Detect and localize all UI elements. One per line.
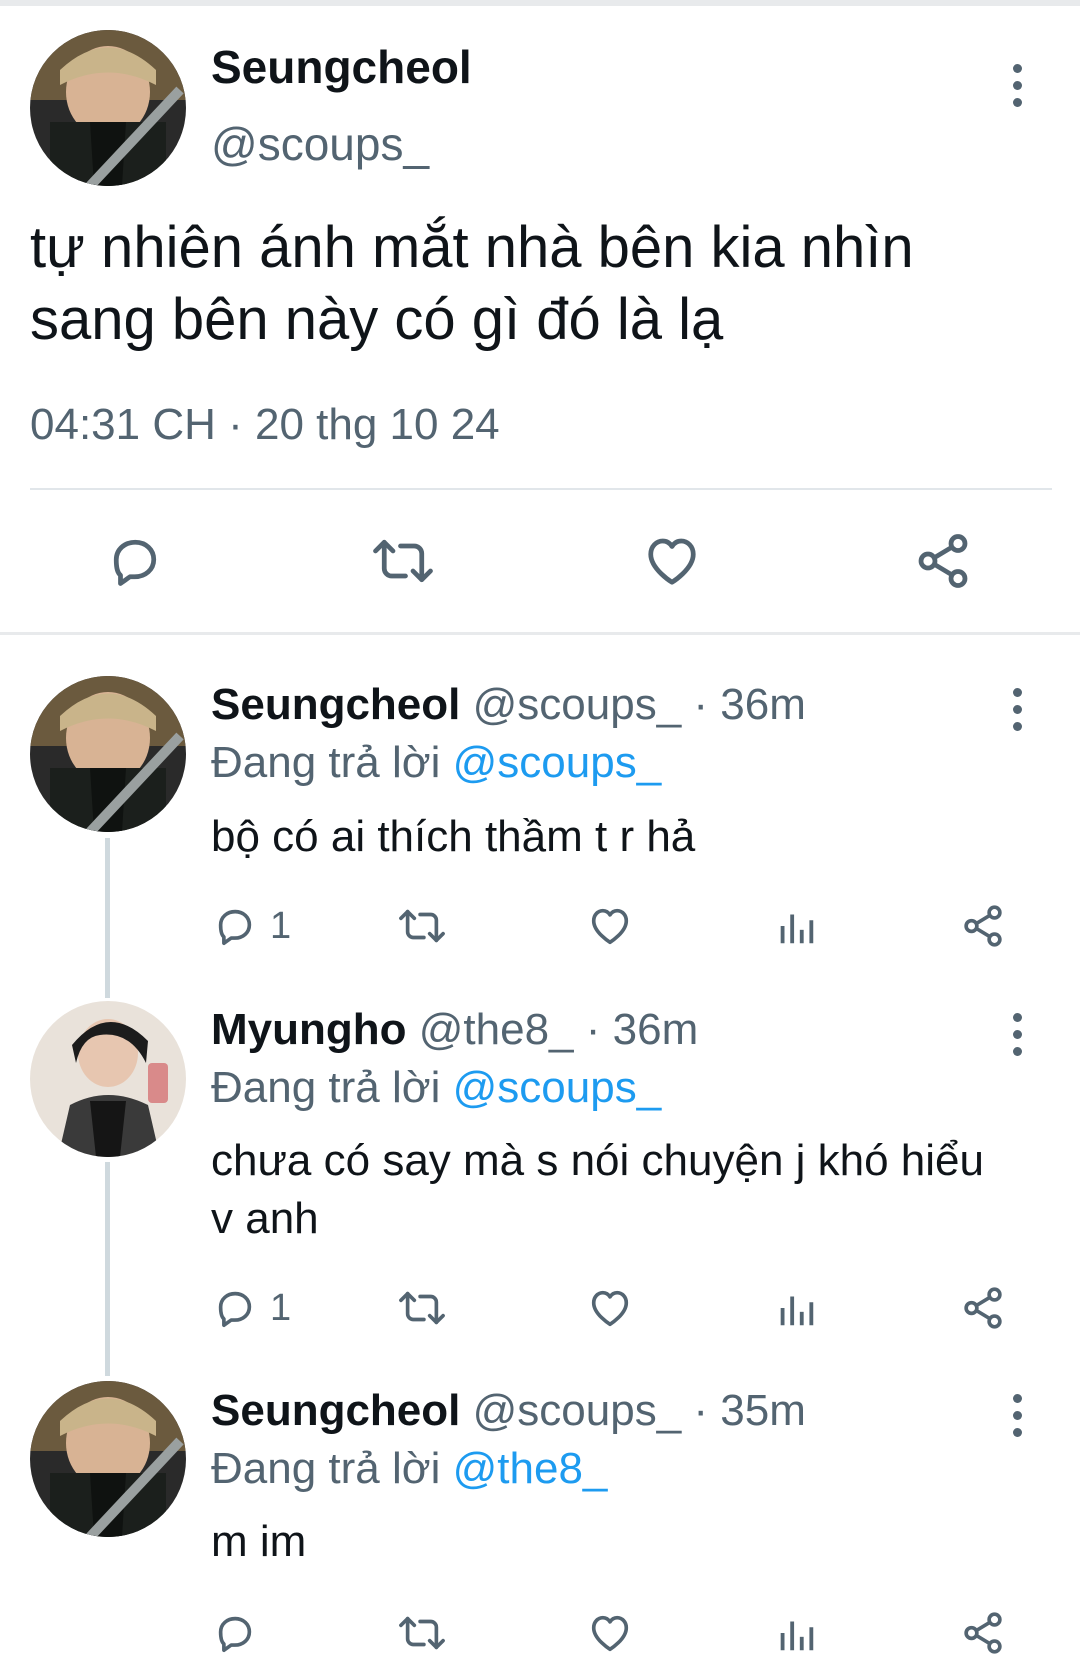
author-name[interactable]: Myungho [211,1005,407,1054]
tweet-text: tự nhiên ánh mắt nhà bên kia nhìn sang b… [30,215,914,352]
like-button[interactable] [587,903,633,949]
share-button[interactable] [960,903,1006,949]
replying-to: Đang trả lời @scoups_ [211,1063,661,1113]
section-divider [0,632,1080,635]
analytics-icon [780,914,814,944]
reply-time: · 36m [693,680,806,729]
share-icon [964,1287,1002,1329]
reply-icon [218,1616,252,1653]
reply-icon [218,909,252,946]
analytics-button[interactable] [773,903,819,949]
author-name[interactable]: Seungcheol [211,1386,460,1435]
reply-icon [113,539,157,586]
retweet-button[interactable] [396,1610,448,1656]
reply-count: 1 [270,1286,292,1329]
more-options-icon[interactable] [1007,60,1027,110]
analytics-icon [780,1296,814,1326]
like-icon [591,908,629,945]
analytics-button[interactable] [773,1610,819,1656]
thread-line [105,1162,110,1376]
author-handle[interactable]: @scoups_ [473,1386,682,1435]
reply-text: bộ có ai thích thầm t r hả [211,812,696,861]
reply-icon [218,1291,252,1328]
share-button[interactable] [913,531,973,591]
reply-time: · 36m [585,1005,699,1054]
more-options-icon[interactable] [1007,1009,1027,1059]
mention-link[interactable]: @the8_ [453,1444,608,1493]
reply-header: Seungcheol @scoups_ · 36m [211,680,806,730]
reply-text: chưa có say mà s nói chuyện j khó hiểu v… [211,1136,984,1243]
mention-link[interactable]: @scoups_ [453,1063,662,1112]
thread-line [105,838,110,998]
retweet-button[interactable] [370,531,436,591]
divider [30,488,1052,490]
avatar[interactable] [30,1001,186,1157]
analytics-button[interactable] [773,1285,819,1331]
reply-header: Myungho @the8_ · 36m [211,1005,698,1055]
retweet-button[interactable] [396,903,448,949]
author-name[interactable]: Seungcheol [211,680,460,729]
reply-count: 1 [270,904,292,947]
share-button[interactable] [960,1285,1006,1331]
retweet-icon [399,1616,445,1650]
more-options-icon[interactable] [1007,1390,1027,1440]
reply-button[interactable]: 1 [212,903,291,949]
reply-time: · 35m [693,1386,806,1435]
retweet-icon [399,1291,445,1325]
avatar[interactable] [30,676,186,832]
like-icon [591,1290,629,1327]
analytics-icon [780,1621,814,1651]
tweet-timestamp[interactable]: 04:31 CH · 20 thg 10 24 [30,400,500,450]
share-icon [964,905,1002,947]
reply-button[interactable] [212,1610,258,1656]
replying-to: Đang trả lời @scoups_ [211,738,661,788]
like-icon [648,538,696,585]
more-options-icon[interactable] [1007,684,1027,734]
retweet-icon [373,539,433,583]
avatar[interactable] [30,30,186,186]
author-name[interactable]: Seungcheol [211,40,472,94]
reply-button[interactable] [105,531,165,591]
reply-text: m im [211,1517,307,1566]
reply-button[interactable]: 1 [212,1285,291,1331]
author-handle[interactable]: @the8_ [419,1005,574,1054]
like-button[interactable] [587,1285,633,1331]
replying-label: Đang trả lời [211,738,441,787]
replying-label: Đang trả lời [211,1063,441,1112]
retweet-icon [399,909,445,943]
author-handle[interactable]: @scoups_ [211,117,429,171]
retweet-button[interactable] [396,1285,448,1331]
like-button[interactable] [642,531,702,591]
reply-header: Seungcheol @scoups_ · 35m [211,1386,806,1436]
like-button[interactable] [587,1610,633,1656]
replying-label: Đang trả lời [211,1444,441,1493]
share-icon [918,534,968,588]
like-icon [591,1615,629,1652]
share-icon [964,1612,1002,1654]
mention-link[interactable]: @scoups_ [453,738,662,787]
avatar[interactable] [30,1381,186,1537]
top-divider [0,0,1080,6]
replying-to: Đang trả lời @the8_ [211,1444,607,1494]
author-handle[interactable]: @scoups_ [473,680,682,729]
share-button[interactable] [960,1610,1006,1656]
